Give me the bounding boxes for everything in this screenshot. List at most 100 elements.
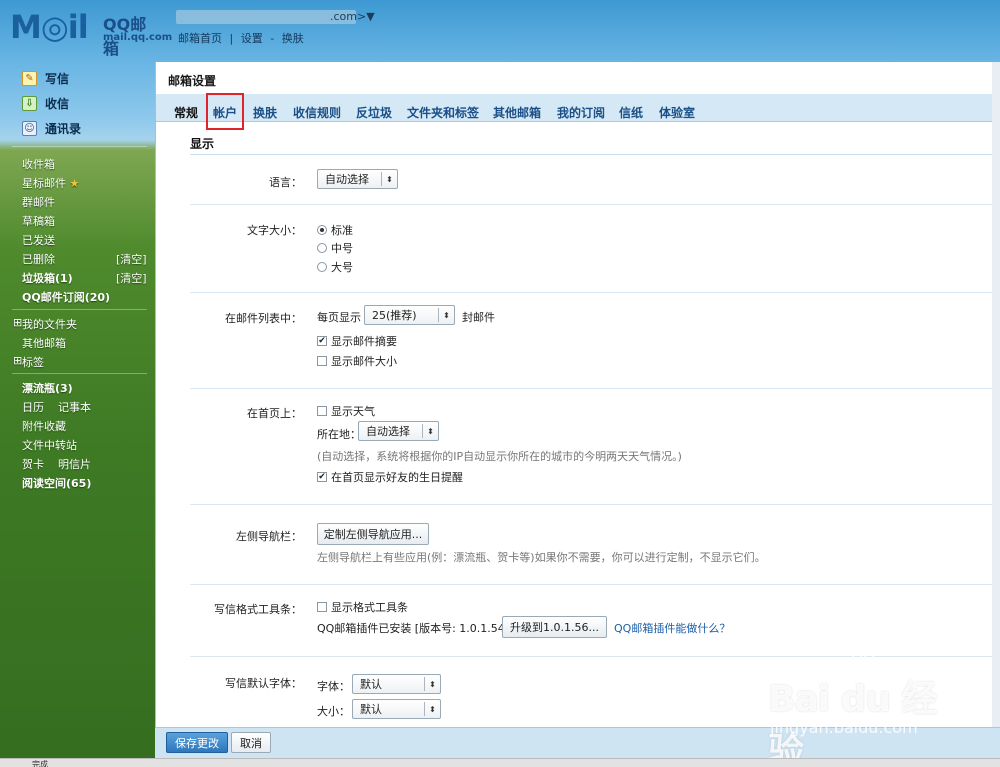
option-label: 标准 [331,224,353,237]
font-size-default-label: 大小： [317,705,350,718]
radio-icon [317,243,327,253]
location-select[interactable]: 自动选择 ⬍ [358,421,439,441]
sidebar-item-attachments[interactable]: 附件收藏 [22,418,66,434]
section-display-header: 显示 [190,135,992,155]
tab-subscriptions[interactable]: 我的订阅 [557,104,605,121]
sidebar-item-junk[interactable]: 垃圾箱(1) [22,270,73,286]
status-text: 完成 [32,760,48,767]
location-label: 所在地： [317,428,361,441]
font-size-option-standard[interactable]: 标准 [317,222,353,238]
font-size-label: 文字大小： [247,224,302,237]
starred-label: 星标邮件 [22,177,66,190]
tab-antispam[interactable]: 反垃圾 [356,104,392,121]
watermark-sub-text: jingyan.baidu.com [770,718,918,737]
vertical-scrollbar[interactable] [992,62,1000,758]
top-bar: M◎il QQ邮箱 mail.qq.com .com>▼ 邮箱首页 | 设置 -… [0,0,1000,60]
row-separator [190,292,992,293]
font-size-default-value: 默认 [360,703,382,716]
upgrade-plugin-button[interactable]: 升级到1.0.1.56... [502,616,607,638]
baidu-jingyan-watermark: Bai du 经验 jingyan.baidu.com [758,650,958,767]
sidebar-item-drift-bottle[interactable]: 漂流瓶(3) [22,380,73,396]
sidebar-item-tags[interactable]: 标签 [22,354,44,370]
left-nav-label: 左侧导航栏： [236,530,302,543]
sidebar-item-notes[interactable]: 记事本 [58,399,91,415]
expand-icon[interactable]: ⊞ [13,354,22,367]
clear-junk-link[interactable]: [清空] [116,270,147,286]
chevron-down-icon: ⬍ [422,424,438,438]
font-size-default-select[interactable]: 默认 ⬍ [352,699,441,719]
sidebar-item-sent[interactable]: 已发送 [22,232,55,248]
link-mail-home[interactable]: 邮箱首页 [178,32,222,45]
sidebar-item-deleted[interactable]: 已删除 [22,251,55,267]
checkmark-icon: ✔ [317,335,327,346]
contacts-icon: ☺ [22,120,37,136]
tab-folders-tags[interactable]: 文件夹和标签 [407,104,479,121]
link-sep: | [229,32,234,45]
font-size-option-large[interactable]: 大号 [317,259,353,275]
show-weather-checkbox[interactable]: 显示天气 [317,403,375,419]
plugin-info-link[interactable]: QQ邮箱插件能做什么？ [614,620,730,636]
font-size-option-medium[interactable]: 中号 [317,240,353,256]
star-icon: ★ [69,177,80,190]
per-page-select[interactable]: 25(推荐) ⬍ [364,305,455,325]
browser-status-bar: 完成 [0,758,1000,767]
account-name-blurred[interactable] [176,10,356,24]
compose-button[interactable]: ✎ 写信 [22,68,69,88]
page-title: 邮箱设置 [168,74,217,88]
inbox-icon: ⇩ [22,95,37,111]
option-label: 显示邮件大小 [331,355,397,368]
sidebar-item-calendar[interactable]: 日历 [22,399,44,415]
mail-list-label: 在邮件列表中： [225,312,302,325]
chevron-down-icon: ⬍ [424,702,440,716]
sidebar-item-drafts[interactable]: 草稿箱 [22,213,55,229]
receive-button[interactable]: ⇩ 收信 [22,93,69,113]
save-button[interactable]: 保存更改 [166,732,228,753]
row-separator [190,504,992,505]
row-separator [190,388,992,389]
tab-lab[interactable]: 体验室 [659,104,695,121]
sidebar-item-cards[interactable]: 贺卡 [22,456,44,472]
language-label: 语言： [269,176,302,189]
tab-stationery[interactable]: 信纸 [619,104,643,121]
weather-hint: (自动选择，系统将根据你的IP自动显示你所在的城市的今明两天天气情况。) [317,450,682,463]
tab-general[interactable]: 常规 [174,104,198,121]
font-face-select[interactable]: 默认 ⬍ [352,674,441,694]
expand-icon[interactable]: ⊞ [13,316,22,329]
show-size-checkbox[interactable]: 显示邮件大小 [317,353,397,369]
link-skin[interactable]: 换肤 [282,32,304,45]
sidebar-item-group[interactable]: 群邮件 [22,194,55,210]
sidebar-item-postcards[interactable]: 明信片 [58,456,91,472]
checkbox-icon [317,406,327,416]
show-format-toolbar-checkbox[interactable]: 显示格式工具条 [317,599,408,615]
tab-skin[interactable]: 换肤 [253,104,277,121]
clear-deleted-link[interactable]: [清空] [116,251,147,267]
customize-left-nav-button[interactable]: 定制左侧导航应用... [317,523,429,545]
tab-rules[interactable]: 收信规则 [293,104,341,121]
sidebar-item-subscribe[interactable]: QQ邮件订阅(20) [22,289,110,305]
checkbox-icon [317,602,327,612]
pencil-icon: ✎ [22,70,37,86]
show-summary-checkbox[interactable]: ✔ 显示邮件摘要 [317,333,397,349]
language-select[interactable]: 自动选择 ⬍ [317,169,398,189]
sidebar-item-other-mail[interactable]: 其他邮箱 [22,335,66,351]
sidebar-item-starred[interactable]: 星标邮件 ★ [22,175,79,191]
cancel-button[interactable]: 取消 [231,732,271,753]
tab-other-mail[interactable]: 其他邮箱 [493,104,541,121]
chevron-down-icon: ⬍ [438,308,454,322]
contacts-label: 通讯录 [45,121,82,136]
per-page-value: 25(推荐) [372,309,417,322]
sidebar-item-my-folders[interactable]: 我的文件夹 [22,316,77,332]
plugin-installed-text: QQ邮箱插件已安装 [版本号: 1.0.1.54] [317,622,510,635]
sidebar-item-file-transfer[interactable]: 文件中转站 [22,437,77,453]
option-label: 显示天气 [331,405,375,418]
sidebar-item-reading[interactable]: 阅读空间(65) [22,475,91,491]
qqmail-logo[interactable]: M◎il QQ邮箱 mail.qq.com [10,8,172,58]
birthday-reminder-checkbox[interactable]: ✔ 在首页显示好友的生日提醒 [317,469,463,485]
contacts-button[interactable]: ☺ 通讯录 [22,118,81,138]
format-toolbar-label: 写信格式工具条： [214,603,302,616]
option-label: 在首页显示好友的生日提醒 [331,471,463,484]
account-email-tail[interactable]: .com>▼ [330,10,375,23]
link-settings[interactable]: 设置 [241,32,263,45]
sidebar-item-inbox[interactable]: 收件箱 [22,156,55,172]
row-separator [190,584,992,585]
